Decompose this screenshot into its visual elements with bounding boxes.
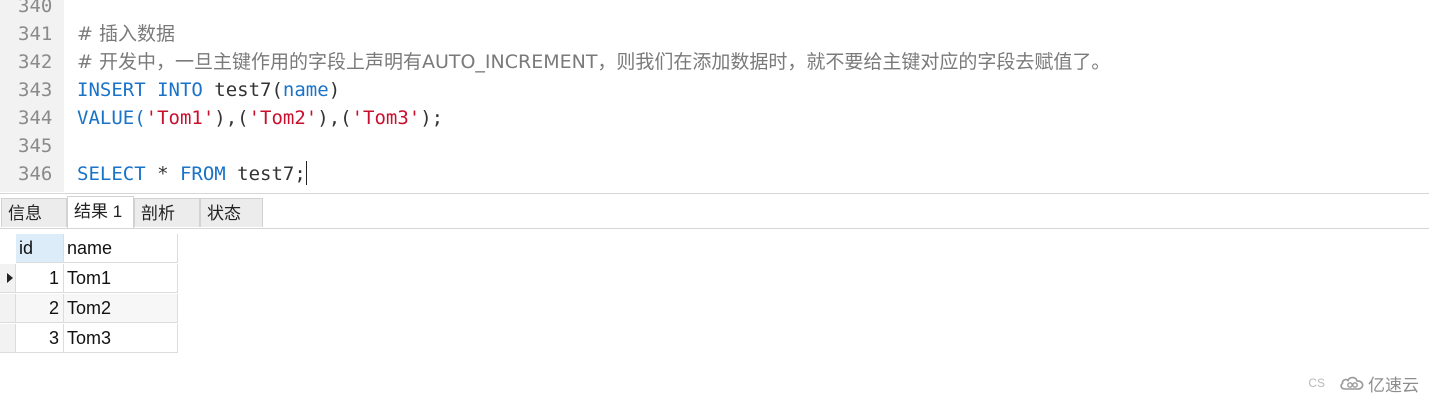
watermark-brand: 亿速云 — [1368, 375, 1419, 396]
app-window: 340 341 # 插入数据 342 # 开发中，一旦主键作用的字段上声明有AUTO_I… — [0, 0, 1429, 406]
code-token-ident: * — [157, 163, 180, 185]
code-line[interactable]: 340 — [0, 0, 1429, 20]
code-line[interactable]: 344 VALUE('Tom1'),('Tom2'),('Tom3'); — [0, 104, 1429, 132]
code-line[interactable]: 343 INSERT INTO test7(name) — [0, 76, 1429, 104]
code-text: # 开发中，一旦主键作用的字段上声明有AUTO_INCREMENT，则我们在添加… — [77, 48, 1110, 76]
code-token-string: 'Tom3' — [351, 107, 421, 129]
text-caret — [305, 161, 307, 185]
result-tab-bar: 信息 结果 1 剖析 状态 — [0, 193, 1429, 229]
column-header-name[interactable]: name — [64, 234, 178, 263]
cell-id[interactable]: 3 — [16, 324, 64, 353]
table-row[interactable]: 1 Tom1 — [0, 264, 178, 294]
code-token-ident: ),( — [214, 107, 249, 129]
code-line[interactable]: 347 — [0, 188, 1429, 192]
row-indicator[interactable] — [0, 294, 16, 323]
code-token-string: 'Tom2' — [248, 107, 318, 129]
table-row[interactable]: 3 Tom3 — [0, 324, 178, 354]
row-indicator-header — [0, 234, 16, 263]
cell-id[interactable]: 2 — [16, 294, 64, 323]
code-text: SELECT * FROM test7; — [77, 160, 307, 188]
line-number: 345 — [18, 135, 53, 157]
code-line[interactable]: 341 # 插入数据 — [0, 20, 1429, 48]
cloud-icon — [1340, 376, 1364, 390]
code-token-string: 'Tom1' — [145, 107, 215, 129]
grid-header-row: id name — [0, 234, 178, 264]
cell-id[interactable]: 1 — [16, 264, 64, 293]
cell-name[interactable]: Tom3 — [64, 324, 178, 353]
line-number: 340 — [18, 0, 53, 17]
code-token-ident: test7; — [237, 163, 306, 185]
line-number: 342 — [18, 51, 53, 73]
tab-profile[interactable]: 剖析 — [134, 198, 200, 227]
code-token-ident: ); — [420, 107, 444, 129]
watermark-prefix: CS — [1308, 376, 1325, 390]
cell-name[interactable]: Tom1 — [64, 264, 178, 293]
code-line[interactable]: 342 # 开发中，一旦主键作用的字段上声明有AUTO_INCREMENT，则我们… — [0, 48, 1429, 76]
tab-status[interactable]: 状态 — [200, 198, 263, 227]
code-token-keyword: INSERT INTO — [77, 79, 215, 101]
line-number: 343 — [18, 79, 53, 101]
sql-editor[interactable]: 340 341 # 插入数据 342 # 开发中，一旦主键作用的字段上声明有AUTO_I… — [0, 0, 1429, 192]
tab-info[interactable]: 信息 — [1, 198, 67, 227]
code-text: VALUE('Tom1'),('Tom2'),('Tom3'); — [77, 104, 443, 132]
table-row[interactable]: 2 Tom2 — [0, 294, 178, 324]
code-token-ident: ) — [328, 79, 341, 101]
code-token-keyword: SELECT — [77, 163, 158, 185]
row-indicator[interactable] — [0, 324, 16, 353]
tab-result-1[interactable]: 结果 1 — [67, 196, 134, 228]
code-line[interactable]: 345 — [0, 132, 1429, 160]
code-token-ident: test7( — [214, 79, 283, 101]
cell-name[interactable]: Tom2 — [64, 294, 178, 323]
code-token-comment: # 插入数据 — [77, 23, 175, 45]
code-text: # 插入数据 — [77, 20, 175, 48]
code-token-comment: # 开发中，一旦主键作用的字段上声明有AUTO_INCREMENT，则我们在添加… — [77, 51, 1111, 73]
line-number: 341 — [18, 23, 53, 45]
code-token-col: name — [282, 79, 329, 101]
line-number: 347 — [18, 188, 58, 192]
code-line[interactable]: 346 SELECT * FROM test7; — [0, 160, 1429, 188]
current-row-arrow-icon — [7, 273, 13, 283]
code-token-ident: ),( — [317, 107, 352, 129]
code-token-keyword: FROM — [179, 163, 238, 185]
line-number: 344 — [18, 107, 53, 129]
column-header-id[interactable]: id — [16, 234, 64, 263]
line-number: 346 — [18, 163, 53, 185]
row-indicator[interactable] — [0, 264, 16, 293]
code-token-keyword: VALUE( — [77, 107, 146, 129]
code-text: INSERT INTO test7(name) — [77, 76, 340, 104]
watermark: CS 亿速云 — [1308, 372, 1419, 396]
